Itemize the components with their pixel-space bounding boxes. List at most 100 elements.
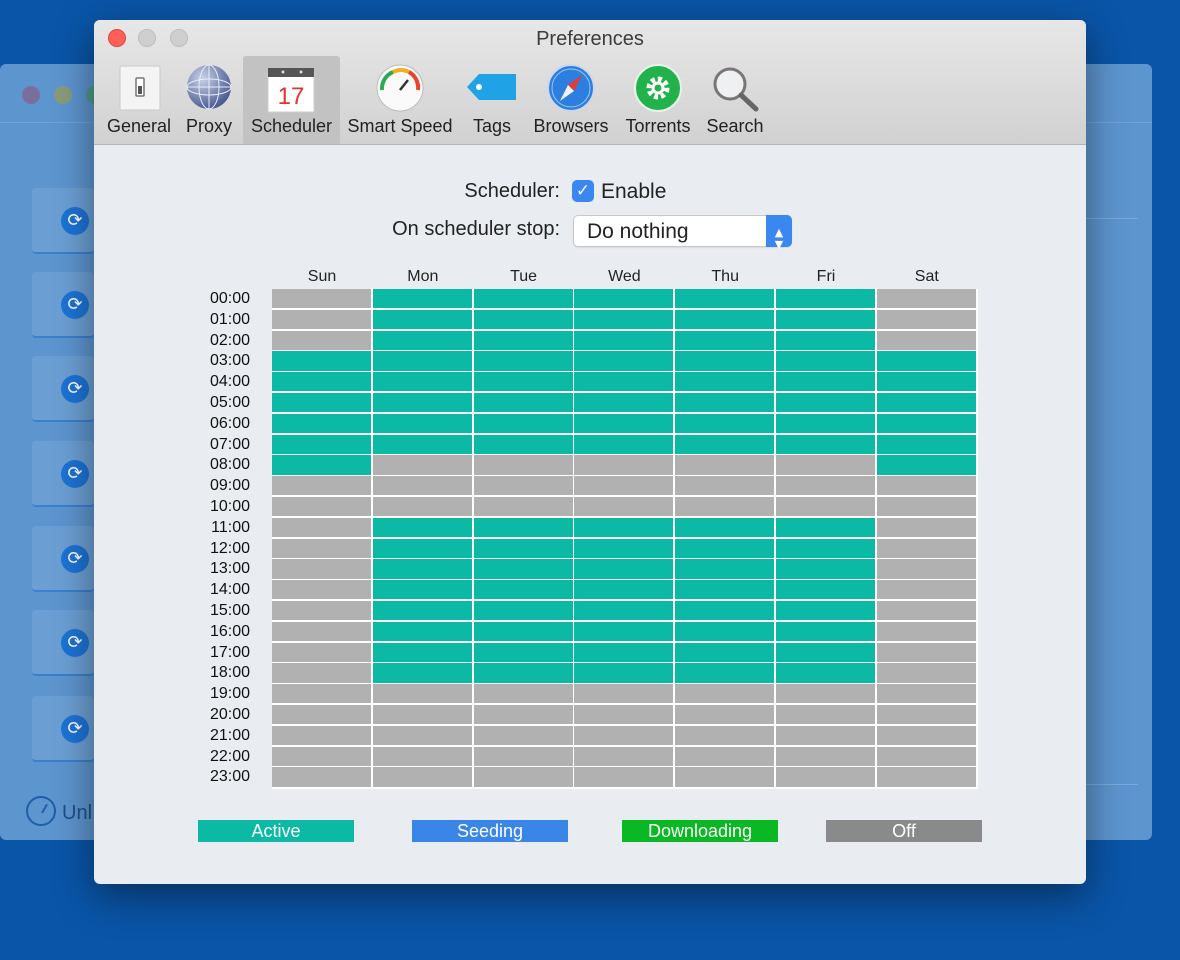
schedule-cell[interactable] xyxy=(574,746,674,766)
schedule-cell[interactable] xyxy=(574,725,674,746)
schedule-cell[interactable] xyxy=(776,497,875,517)
background-list-item[interactable]: ⟳ xyxy=(32,526,94,592)
schedule-cell[interactable] xyxy=(776,351,875,371)
background-list-item[interactable]: ⟳ xyxy=(32,272,94,338)
tab-tags[interactable]: Tags xyxy=(460,56,524,144)
schedule-cell[interactable] xyxy=(272,725,371,746)
schedule-cell[interactable] xyxy=(372,309,472,330)
schedule-cell[interactable] xyxy=(473,705,573,725)
schedule-cell[interactable] xyxy=(473,351,573,371)
schedule-cell[interactable] xyxy=(574,413,674,434)
schedule-cell[interactable] xyxy=(776,621,875,642)
schedule-cell[interactable] xyxy=(776,580,875,600)
schedule-cell[interactable] xyxy=(876,601,976,621)
schedule-cell[interactable] xyxy=(876,538,976,558)
schedule-cell[interactable] xyxy=(574,351,674,371)
schedule-cell[interactable] xyxy=(272,559,371,579)
schedule-cell[interactable] xyxy=(675,517,775,538)
schedule-cell[interactable] xyxy=(876,559,976,579)
schedule-cell[interactable] xyxy=(876,517,976,538)
schedule-cell[interactable] xyxy=(776,393,875,413)
schedule-cell[interactable] xyxy=(372,538,472,558)
schedule-cell[interactable] xyxy=(876,642,976,662)
schedule-cell[interactable] xyxy=(473,497,573,517)
schedule-cell[interactable] xyxy=(272,767,371,787)
schedule-cell[interactable] xyxy=(272,684,371,704)
schedule-cell[interactable] xyxy=(776,601,875,621)
schedule-cell[interactable] xyxy=(473,434,573,454)
schedule-cell[interactable] xyxy=(372,725,472,746)
schedule-cell[interactable] xyxy=(876,497,976,517)
schedule-cell[interactable] xyxy=(574,434,674,454)
schedule-cell[interactable] xyxy=(372,517,472,538)
schedule-cell[interactable] xyxy=(473,663,573,683)
schedule-cell[interactable] xyxy=(272,642,371,662)
schedule-cell[interactable] xyxy=(876,684,976,704)
schedule-cell[interactable] xyxy=(675,538,775,558)
schedule-cell[interactable] xyxy=(272,601,371,621)
schedule-cell[interactable] xyxy=(473,289,573,309)
schedule-cell[interactable] xyxy=(574,476,674,496)
schedule-cell[interactable] xyxy=(473,372,573,392)
schedule-cell[interactable] xyxy=(372,476,472,496)
schedule-cell[interactable] xyxy=(473,621,573,642)
schedule-cell[interactable] xyxy=(876,746,976,766)
schedule-cell[interactable] xyxy=(574,289,674,309)
schedule-cell[interactable] xyxy=(876,351,976,371)
schedule-cell[interactable] xyxy=(574,580,674,600)
schedule-cell[interactable] xyxy=(876,455,976,475)
schedule-cell[interactable] xyxy=(675,767,775,787)
on-stop-select[interactable]: Do nothing ▲ ▼ xyxy=(573,215,792,251)
schedule-cell[interactable] xyxy=(372,372,472,392)
schedule-cell[interactable] xyxy=(675,746,775,766)
schedule-cell[interactable] xyxy=(574,372,674,392)
schedule-cell[interactable] xyxy=(675,476,775,496)
schedule-cell[interactable] xyxy=(675,621,775,642)
tab-proxy[interactable]: Proxy xyxy=(178,56,240,144)
schedule-cell[interactable] xyxy=(776,455,875,475)
schedule-cell[interactable] xyxy=(876,309,976,330)
schedule-cell[interactable] xyxy=(675,351,775,371)
schedule-cell[interactable] xyxy=(272,621,371,642)
schedule-cell[interactable] xyxy=(473,580,573,600)
schedule-cell[interactable] xyxy=(272,705,371,725)
schedule-cell[interactable] xyxy=(473,601,573,621)
schedule-cell[interactable] xyxy=(372,580,472,600)
schedule-cell[interactable] xyxy=(372,497,472,517)
schedule-cell[interactable] xyxy=(272,372,371,392)
schedule-cell[interactable] xyxy=(272,351,371,371)
schedule-cell[interactable] xyxy=(272,476,371,496)
schedule-cell[interactable] xyxy=(675,393,775,413)
tab-scheduler[interactable]: 17 Scheduler xyxy=(243,56,340,144)
schedule-cell[interactable] xyxy=(372,767,472,787)
schedule-cell[interactable] xyxy=(272,517,371,538)
schedule-cell[interactable] xyxy=(372,559,472,579)
schedule-cell[interactable] xyxy=(574,497,674,517)
schedule-cell[interactable] xyxy=(372,351,472,371)
tab-general[interactable]: General xyxy=(104,56,174,144)
refresh-icon[interactable]: ⟳ xyxy=(61,375,89,403)
schedule-cell[interactable] xyxy=(272,393,371,413)
schedule-cell[interactable] xyxy=(272,538,371,558)
background-close-light[interactable] xyxy=(22,86,40,104)
schedule-cell[interactable] xyxy=(574,642,674,662)
schedule-cell[interactable] xyxy=(876,767,976,787)
schedule-cell[interactable] xyxy=(272,455,371,475)
schedule-cell[interactable] xyxy=(372,455,472,475)
schedule-cell[interactable] xyxy=(776,642,875,662)
schedule-cell[interactable] xyxy=(574,705,674,725)
schedule-cell[interactable] xyxy=(272,580,371,600)
schedule-cell[interactable] xyxy=(574,538,674,558)
schedule-cell[interactable] xyxy=(776,330,875,350)
schedule-cell[interactable] xyxy=(272,746,371,766)
schedule-cell[interactable] xyxy=(473,538,573,558)
schedule-cell[interactable] xyxy=(675,289,775,309)
schedule-cell[interactable] xyxy=(372,413,472,434)
schedule-cell[interactable] xyxy=(473,330,573,350)
schedule-cell[interactable] xyxy=(776,746,875,766)
schedule-cell[interactable] xyxy=(675,372,775,392)
schedule-cell[interactable] xyxy=(876,372,976,392)
schedule-cell[interactable] xyxy=(272,497,371,517)
background-list-item[interactable]: ⟳ xyxy=(32,356,94,422)
schedule-cell[interactable] xyxy=(473,455,573,475)
